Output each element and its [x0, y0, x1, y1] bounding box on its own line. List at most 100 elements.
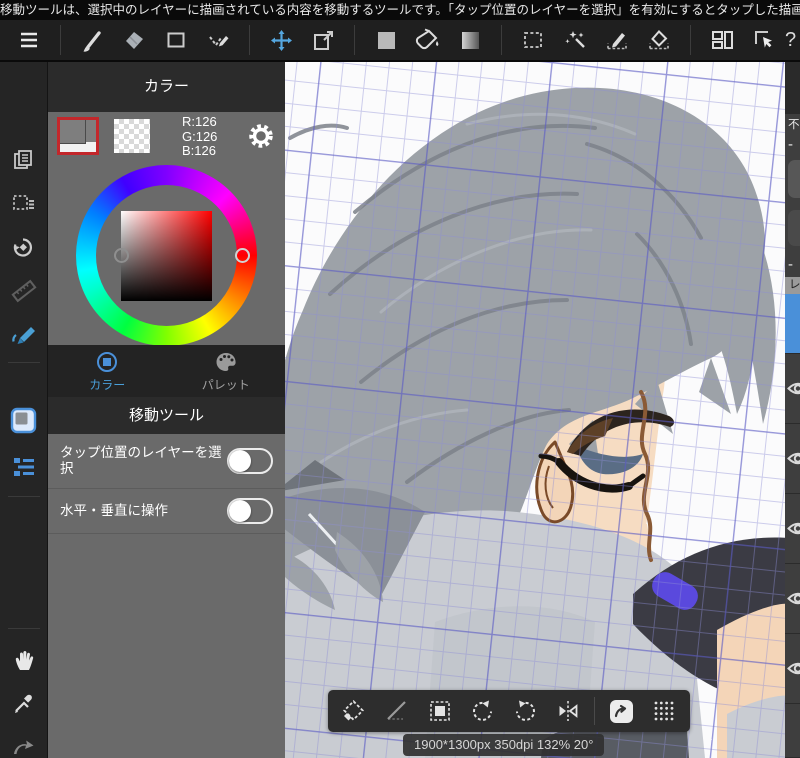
tab-color[interactable]: カラー [48, 345, 167, 397]
swatch-row: R:126 G:126 B:126 [48, 112, 285, 160]
divider [249, 25, 250, 55]
layer-row[interactable] [785, 354, 800, 424]
toggle-knob [229, 500, 251, 522]
select-rect-icon[interactable] [512, 22, 554, 58]
sv-selector[interactable] [114, 248, 129, 263]
divider [594, 697, 596, 725]
layout-windows-icon[interactable] [701, 22, 743, 58]
toggle-horizontal-vertical[interactable] [227, 498, 273, 524]
divider [60, 25, 61, 55]
shape-tool-icon[interactable] [155, 22, 197, 58]
eye-icon[interactable] [787, 521, 800, 536]
layer-row-selected[interactable] [785, 294, 800, 354]
rgb-r: R:126 [182, 114, 217, 129]
help-icon[interactable]: ? [785, 29, 800, 52]
tab-palette-label: パレット [201, 377, 250, 392]
rgb-b: B:126 [182, 143, 216, 158]
document-status-bar: 1900*1300px 350dpi 132% 20° [403, 734, 605, 756]
move-tool-icon[interactable] [260, 22, 302, 58]
gear-icon[interactable] [247, 122, 275, 150]
pages-icon[interactable] [0, 141, 48, 179]
toggle-select-layer-at-tap[interactable] [227, 448, 273, 474]
panel-tab-bar: カラー パレット [48, 345, 285, 397]
layer-row[interactable] [785, 704, 800, 758]
main-toolbar: ? [0, 20, 800, 62]
merge-down-button[interactable]: ↓ [788, 210, 800, 246]
divider [8, 362, 40, 363]
opacity-decrease[interactable]: - [788, 136, 793, 153]
rgb-g: G:126 [182, 128, 218, 144]
zoom-decrease[interactable]: - [788, 256, 793, 273]
foreground-color-swatch[interactable] [57, 117, 99, 155]
drawing-canvas[interactable] [285, 62, 785, 758]
layer-row[interactable] [785, 634, 800, 704]
fill-solid-icon[interactable] [365, 22, 407, 58]
scale-rect-icon[interactable] [423, 694, 457, 728]
color-panel-toggle-icon[interactable] [0, 402, 48, 440]
tool-settings-title: 移動ツール [48, 397, 285, 434]
pointer-select-icon[interactable] [743, 22, 785, 58]
opacity-slider-button[interactable] [788, 160, 800, 198]
hue-selector[interactable] [235, 248, 250, 263]
ruler-icon[interactable] [0, 272, 48, 310]
free-transform-icon[interactable] [337, 694, 371, 728]
divider [690, 25, 691, 55]
eye-icon[interactable] [787, 451, 800, 466]
eye-icon[interactable] [787, 381, 800, 396]
rotate-cw-icon[interactable] [508, 694, 542, 728]
left-sidebar [0, 62, 48, 758]
commit-transform-icon[interactable] [604, 694, 638, 728]
menu-icon[interactable] [8, 22, 50, 58]
redo-icon[interactable] [0, 729, 48, 758]
setting-row-select-layer-at-tap: タップ位置のレイヤーを選択 [48, 434, 285, 489]
divider [8, 496, 40, 497]
medibang-paint-app: 移動ツールは、選択中のレイヤーに描画されている内容を移動するツールです。「タップ… [0, 0, 800, 758]
opacity-label: 不透明度 [788, 119, 800, 131]
rotate-canvas-icon[interactable] [0, 229, 48, 267]
brush-tool-icon[interactable] [71, 22, 113, 58]
transparent-color-swatch[interactable] [114, 119, 150, 153]
tab-color-label: カラー [89, 377, 126, 392]
divider [501, 25, 502, 55]
palette-icon [216, 352, 236, 371]
color-panel-title: カラー [48, 62, 285, 112]
select-pen-icon[interactable] [596, 22, 638, 58]
setting-row-horizontal-vertical: 水平・垂直に操作 [48, 489, 285, 534]
select-eraser-icon[interactable] [638, 22, 680, 58]
toggle-knob [229, 450, 251, 472]
eye-icon[interactable] [787, 661, 800, 676]
canvas-artwork [285, 62, 785, 758]
layer-row[interactable] [785, 494, 800, 564]
layer-row[interactable] [785, 564, 800, 634]
eyedropper-icon[interactable] [0, 685, 48, 723]
divider [8, 628, 40, 629]
layers-panel-toggle-icon[interactable] [0, 448, 48, 486]
color-wheel-area [48, 160, 285, 346]
tab-palette[interactable]: パレット [167, 345, 286, 397]
layers-panel-clipped: 不透明度 - ↓ - レイヤー [785, 62, 800, 758]
setting-label: タップ位置のレイヤーを選択 [60, 444, 222, 476]
airbrush-material-icon[interactable] [0, 315, 48, 353]
divider [354, 25, 355, 55]
magic-wand-icon[interactable] [554, 22, 596, 58]
side-panel: カラー R:126 G:126 B:126 カラー パレット 移動ツール タップ… [48, 62, 285, 758]
eraser-tool-icon[interactable] [113, 22, 155, 58]
transform-tool-icon[interactable] [302, 22, 344, 58]
select-layer-icon[interactable] [0, 185, 48, 223]
polyline-tool-icon[interactable] [197, 22, 239, 58]
color-tab-icon [97, 351, 118, 372]
saturation-value-square[interactable] [121, 211, 212, 301]
line-transform-icon[interactable] [380, 694, 414, 728]
gradient-tool-icon[interactable] [449, 22, 491, 58]
flip-horizontal-icon[interactable] [551, 694, 585, 728]
eye-icon[interactable] [787, 591, 800, 606]
hand-pan-icon[interactable] [0, 641, 48, 679]
layers-panel-header [785, 62, 800, 114]
drag-handle-dots-icon[interactable] [647, 694, 681, 728]
canvas-grid [285, 62, 785, 758]
layer-row[interactable] [785, 424, 800, 494]
rotate-ccw-icon[interactable] [466, 694, 500, 728]
layers-tab-label: レイヤー [785, 277, 800, 294]
transform-toolbar [328, 690, 690, 732]
paint-bucket-icon[interactable] [407, 22, 449, 58]
